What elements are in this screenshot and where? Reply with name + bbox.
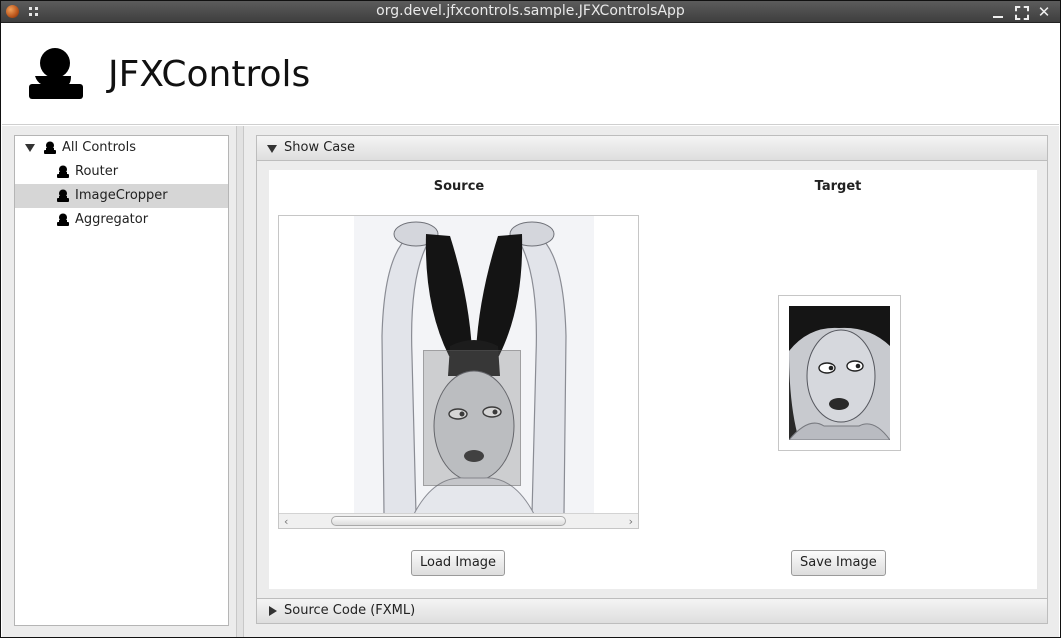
- tree-item-router[interactable]: Router: [15, 160, 228, 184]
- app-header: JFXControls: [2, 24, 1059, 125]
- target-title: Target: [814, 179, 862, 194]
- target-image-frame: [778, 295, 901, 451]
- collapse-arrow-icon: [267, 145, 277, 153]
- show-case-pane-header[interactable]: Show Case: [256, 135, 1048, 161]
- person-stamp-icon: [44, 141, 56, 154]
- source-image-viewport[interactable]: ‹ ›: [278, 215, 639, 529]
- minimize-icon[interactable]: [991, 5, 1005, 19]
- person-stamp-icon: [57, 213, 69, 226]
- maximize-icon[interactable]: [1014, 5, 1029, 20]
- load-image-button[interactable]: Load Image: [411, 550, 506, 576]
- controls-tree[interactable]: All Controls Router ImageCropper Aggrega…: [14, 135, 229, 626]
- close-icon[interactable]: ✕: [1037, 5, 1051, 20]
- expand-arrow-icon: [269, 606, 277, 616]
- save-image-button[interactable]: Save Image: [791, 550, 886, 576]
- pane-title: Show Case: [284, 140, 356, 155]
- show-case-pane-body: Source Target ‹ › Load Image Save Image: [256, 161, 1048, 598]
- app-window: org.devel.jfxcontrols.sample.JFXControls…: [0, 0, 1061, 638]
- main-content: All Controls Router ImageCropper Aggrega…: [2, 126, 1059, 637]
- tree-item-label: ImageCropper: [75, 188, 168, 203]
- tree-item-aggregator[interactable]: Aggregator: [15, 208, 228, 232]
- tree-item-label: Router: [75, 164, 119, 179]
- window-title: org.devel.jfxcontrols.sample.JFXControls…: [376, 3, 685, 19]
- person-stamp-icon: [29, 48, 83, 99]
- scrollbar-thumb[interactable]: [331, 516, 566, 526]
- tree-item-imagecropper[interactable]: ImageCropper: [15, 184, 228, 208]
- source-title: Source: [433, 179, 485, 194]
- expand-arrow-icon[interactable]: [25, 144, 35, 152]
- tree-item-label: All Controls: [62, 140, 137, 155]
- detail-pane: Show Case Source Target ‹ › Load Image S…: [256, 135, 1048, 626]
- crop-selection[interactable]: [423, 350, 521, 486]
- image-cropper-demo: Source Target ‹ › Load Image Save Image: [269, 170, 1037, 589]
- tree-item-label: Aggregator: [75, 212, 149, 227]
- person-stamp-icon: [57, 189, 69, 202]
- tree-item-all-controls[interactable]: All Controls: [15, 136, 228, 160]
- title-bar[interactable]: org.devel.jfxcontrols.sample.JFXControls…: [1, 1, 1060, 23]
- app-title: JFXControls: [108, 54, 311, 95]
- source-code-pane-header[interactable]: Source Code (FXML): [256, 598, 1048, 624]
- target-image: [789, 306, 890, 440]
- person-stamp-icon: [57, 165, 69, 178]
- horizontal-scrollbar[interactable]: ‹ ›: [279, 513, 638, 528]
- chevron-right-icon[interactable]: ›: [629, 516, 633, 527]
- chevron-left-icon[interactable]: ‹: [284, 516, 288, 527]
- split-pane-divider[interactable]: [236, 126, 244, 637]
- pane-title: Source Code (FXML): [284, 603, 416, 618]
